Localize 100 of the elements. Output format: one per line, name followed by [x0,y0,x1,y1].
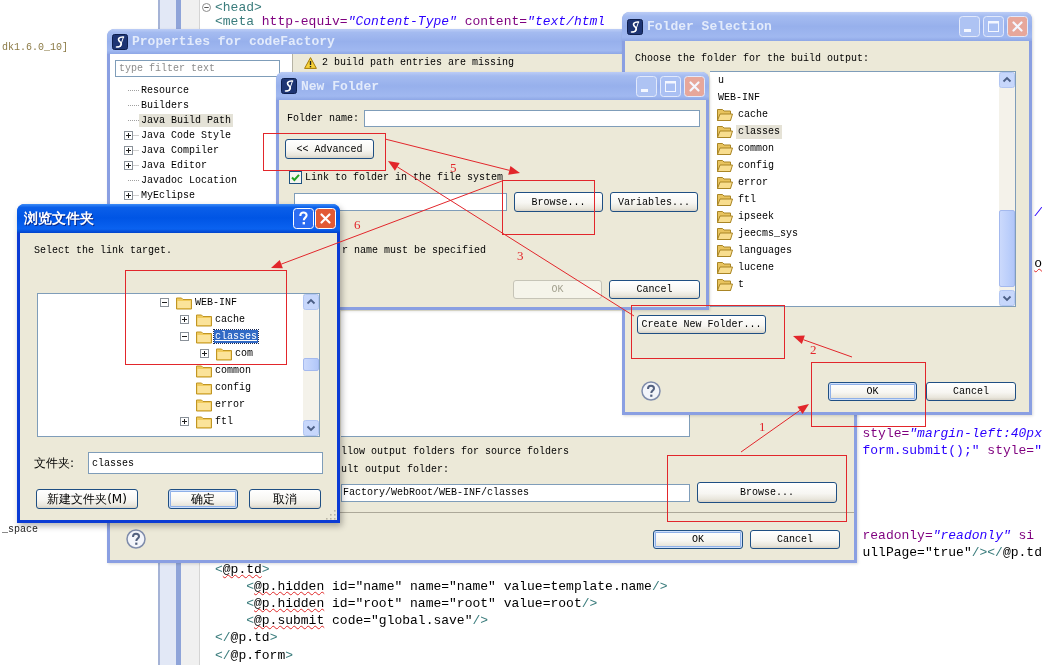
code-line: </@p.td> [215,630,278,645]
error-message: r name must be specified [342,245,487,257]
expand-icon[interactable] [124,146,139,155]
folder-icon [176,295,192,310]
tree-item[interactable]: ftl [214,415,234,428]
expand-icon[interactable] [124,161,139,170]
tree-item[interactable]: error [214,398,246,411]
dialog-button[interactable]: 确定 [168,489,238,509]
folder-name-field[interactable] [364,110,700,127]
tree-item[interactable]: classes [214,330,258,343]
resize-grip-icon[interactable] [325,509,336,520]
tree-item[interactable]: common [736,141,776,156]
dialog-button[interactable]: 取消 [249,489,321,509]
folder-icon [196,380,212,395]
folder-tree[interactable]: WEB-INF cache classes com common config error ftl [37,293,320,437]
code-line: form.submit();" style=" [862,443,1042,458]
collapse-icon[interactable] [202,2,211,12]
dialog-button[interactable]: Variables... [610,192,698,212]
panel-text: _space [2,524,38,536]
scrollbar-thumb[interactable] [303,358,319,371]
help-button[interactable] [293,208,314,229]
tree-item[interactable]: cache [214,313,246,326]
scroll-down-button[interactable] [303,420,319,436]
tree-item[interactable]: t [736,277,746,292]
folder-tree[interactable]: u WEB-INF cache classes common config error ftl ipseek jeecms_sys languages lucene t [710,71,1016,307]
expand-icon[interactable] [180,315,189,324]
code-line: <@p.submit code="global.save"/> [246,613,489,628]
tree-item[interactable]: error [736,175,770,190]
collapse-icon[interactable] [180,332,189,341]
scroll-down-button[interactable] [999,290,1015,306]
code-line: <head> [215,0,262,15]
dialog-button[interactable]: Cancel [609,280,700,299]
dialog-button[interactable]: OK [828,381,917,401]
tree-item[interactable]: Javadoc Location [139,174,239,187]
code-line: / [1034,205,1042,220]
dialog-button[interactable]: Browse... [514,192,603,212]
filter-field[interactable]: type filter text [115,60,280,77]
annotation-arrow [793,335,853,358]
tree-item[interactable]: ipseek [736,209,776,224]
code-line: </@p.form> [215,648,294,663]
tree-item[interactable]: Java Code Style [139,129,233,142]
dialog-button[interactable]: Cancel [750,529,840,549]
scroll-up-button[interactable] [303,294,319,310]
scrollbar-thumb[interactable] [999,210,1015,287]
app-icon [281,78,297,94]
window-title: New Folder [301,77,379,95]
tree-line-icon [128,104,139,107]
field-label: 文件夹: [34,455,76,471]
folder-icon [717,158,733,173]
create-folder-button[interactable]: Create New Folder... [637,315,766,334]
tree-item[interactable]: MyEclipse [139,189,197,202]
expand-icon[interactable] [200,349,209,358]
tree-item[interactable]: config [736,158,776,173]
tree-item[interactable]: Java Editor [139,159,209,172]
help-icon[interactable] [126,529,146,549]
field-label: Folder name: [287,112,359,125]
tree-item[interactable]: com [234,347,254,360]
tree-item[interactable]: jeecms_sys [736,226,800,241]
checkbox-label[interactable]: llow output folders for source folders [341,445,570,458]
window-title: Folder Selection [647,18,772,35]
code-line: style="margin-left:40px [862,426,1042,441]
code-line: readonly="readonly" si [862,528,1035,543]
tree-item[interactable]: languages [736,243,794,258]
scrollbar[interactable] [999,72,1015,306]
scrollbar[interactable] [303,294,319,436]
tree-item[interactable]: u [716,73,726,88]
tree-item[interactable]: ftl [736,192,758,207]
code-line: <@p.hidden id="root" name="root" value=root/> [246,596,598,611]
scroll-up-button[interactable] [999,72,1015,88]
dialog-button[interactable]: OK [653,529,743,549]
dialog-button[interactable]: Cancel [926,381,1016,401]
expand-icon[interactable] [124,191,139,200]
tree-item[interactable]: Java Compiler [139,144,221,157]
tree-item[interactable]: Resource [139,84,191,97]
help-icon[interactable] [641,381,661,401]
folder-icon [717,277,733,292]
tree-item[interactable]: classes [736,124,782,139]
tree-item[interactable]: WEB-INF [716,90,762,105]
tree-item[interactable]: config [214,381,252,394]
collapse-icon[interactable] [160,298,169,307]
tree-item[interactable]: common [214,364,252,377]
dialog-button[interactable]: 新建文件夹(M) [36,489,138,509]
expand-icon[interactable] [180,417,189,426]
tree-item[interactable]: WEB-INF [194,296,238,309]
code-line: o [1034,256,1042,271]
tree-item[interactable]: cache [736,107,770,122]
warning-icon [304,57,317,69]
tree-item[interactable]: lucene [736,260,776,275]
panel-text: dk1.6.0_10] [2,42,68,54]
folder-icon [717,175,733,190]
browse-button[interactable]: Browse... [697,482,837,503]
checkbox[interactable] [289,171,302,184]
tree-item[interactable]: Builders [139,99,191,112]
folder-field[interactable]: classes [88,452,323,474]
output-folder-field[interactable]: Factory/WebRoot/WEB-INF/classes [341,483,690,502]
step-number: 6 [354,217,361,232]
tree-item[interactable]: Java Build Path [139,114,233,127]
advanced-button[interactable]: << Advanced [285,139,374,159]
expand-icon[interactable] [124,131,139,140]
folder-icon [717,141,733,156]
